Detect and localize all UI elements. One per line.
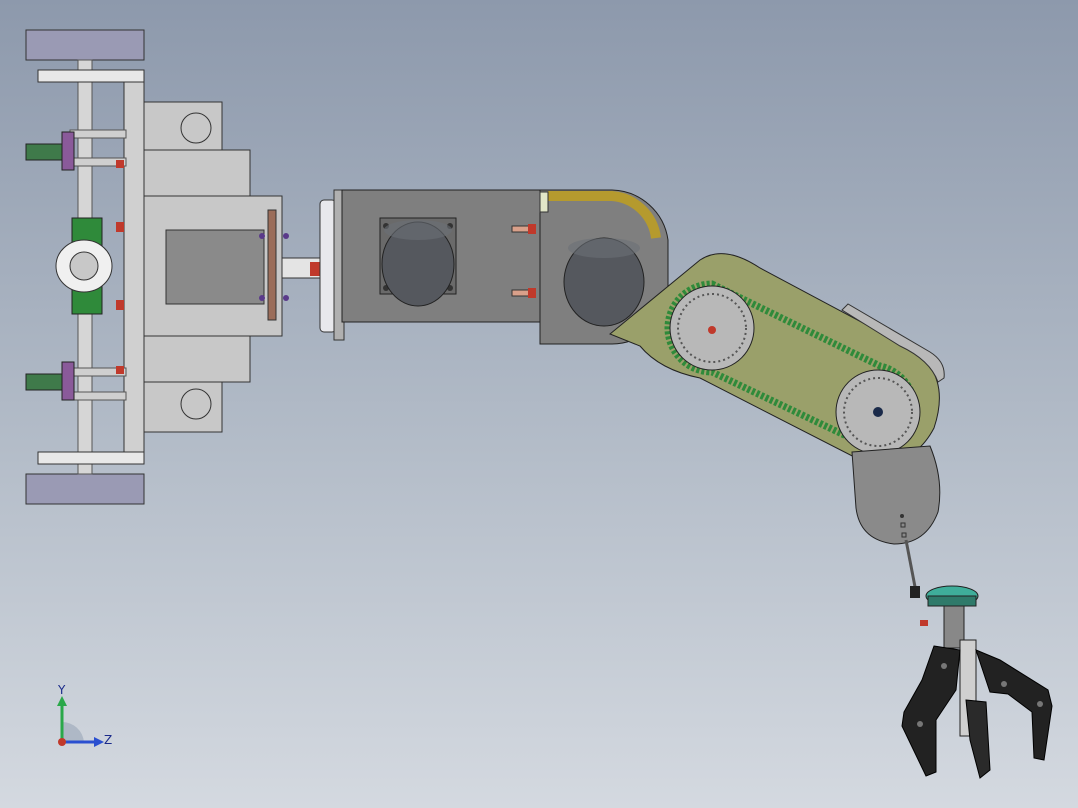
upper-arm[interactable] [341,189,543,323]
z-axis-arrowhead [94,737,104,747]
rod [69,129,127,139]
y-axis-arrowhead [57,696,67,706]
coupling [310,262,320,276]
gripper[interactable] [901,585,1053,779]
base-mount[interactable] [25,29,289,505]
screw [283,233,289,239]
z-axis-label: Z [104,733,112,747]
gripper-finger-center[interactable] [965,699,991,779]
screw [283,295,289,301]
bracket [61,361,75,401]
base-frame-side [123,81,145,453]
mount-hole [180,388,212,420]
coordinate-triad[interactable]: Y Z [40,682,130,762]
y-axis-label: Y [57,683,66,697]
mount-hole [180,112,212,144]
triad-origin [58,738,66,746]
flange [267,209,277,321]
robot-arm-model[interactable] [0,0,1078,808]
cad-viewport[interactable]: Y Z [0,0,1078,808]
wrist-housing[interactable] [851,445,941,545]
gripper-finger-left[interactable] [901,645,961,777]
bolt [116,366,124,374]
swivel-hub [69,251,99,281]
screw [259,233,265,239]
shoulder-joint[interactable] [281,189,345,341]
screw [259,295,265,301]
gearbox-window [165,229,265,305]
base-frame-bottom-bar [37,451,145,465]
wrist[interactable] [851,445,941,598]
top-wheel[interactable] [25,29,145,61]
bracket [61,131,75,171]
base-frame-top-bar [37,69,145,83]
bottom-wheel[interactable] [25,473,145,505]
triad-plane [62,721,84,742]
bolt [116,160,124,168]
bolt [116,300,124,310]
bolt [116,222,124,232]
rod [69,391,127,401]
